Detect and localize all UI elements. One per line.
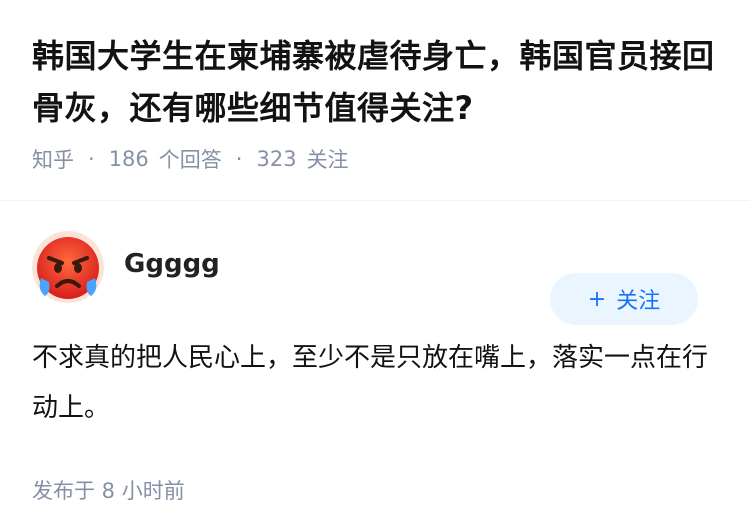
answers-label[interactable]: 个回答 xyxy=(159,144,222,174)
answer-content[interactable]: 不求真的把人民心上，至少不是只放在嘴上，落实一点在行动上。 xyxy=(32,333,712,433)
avatar[interactable] xyxy=(32,231,104,303)
source-label[interactable]: 知乎 xyxy=(32,144,74,174)
publish-time: 发布于 8 小时前 xyxy=(32,479,185,503)
question-meta: 知乎 · 186 个回答 · 323 关注 xyxy=(32,144,718,174)
follow-label: 关注 xyxy=(616,289,661,314)
separator-dot: · xyxy=(235,147,243,171)
answers-count: 186 xyxy=(108,147,149,171)
angry-face-emoji-icon xyxy=(37,237,99,299)
separator-dot: · xyxy=(88,147,95,171)
section-divider xyxy=(0,200,750,201)
follow-button[interactable]: + 关注 xyxy=(550,273,698,325)
question-header: 韩国大学生在柬埔寨被虐待身亡，韩国官员接回骨灰，还有哪些细节值得关注? 知乎 ·… xyxy=(0,0,750,172)
plus-icon: + xyxy=(587,286,607,312)
followers-label: 关注 xyxy=(306,148,349,172)
answer-card: Ggggg + 关注 不求真的把人民心上，至少不是只放在嘴上，落实一点在行动上。… xyxy=(0,231,750,505)
followers-count: 323 xyxy=(256,147,297,171)
question-title[interactable]: 韩国大学生在柬埔寨被虐待身亡，韩国官员接回骨灰，还有哪些细节值得关注? xyxy=(32,30,718,134)
author-name[interactable]: Ggggg xyxy=(124,249,220,279)
